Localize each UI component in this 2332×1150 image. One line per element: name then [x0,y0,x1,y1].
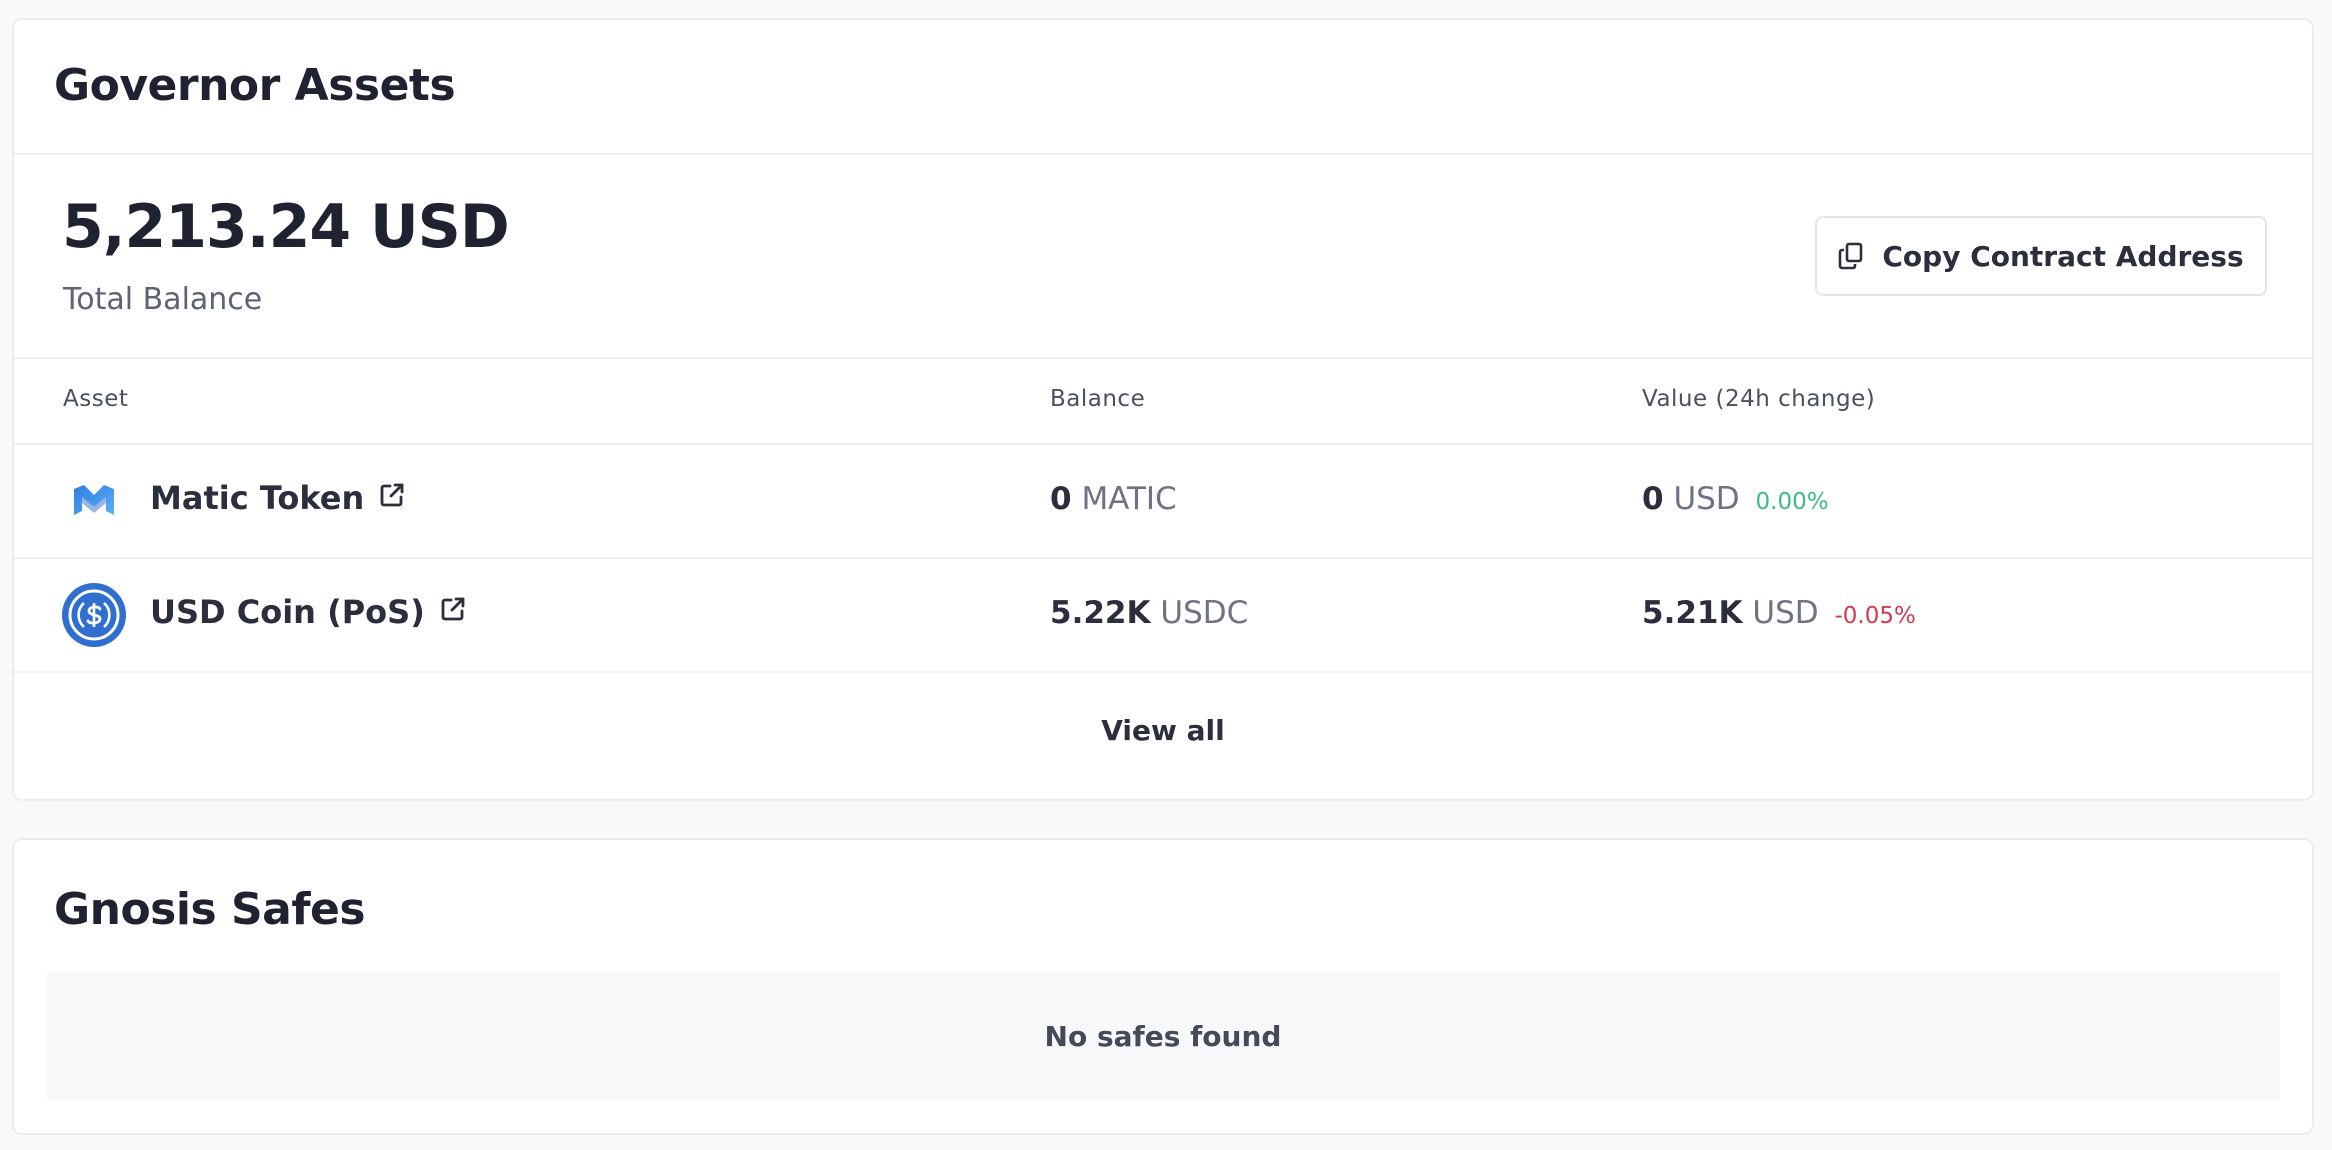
value-amount: 5.21K [1642,595,1743,631]
value-change: 0.00% [1755,489,1829,515]
external-link-icon[interactable] [378,479,406,517]
copy-contract-address-label: Copy Contract Address [1882,239,2244,273]
divider [14,671,2312,673]
asset-value: 0 USD 0.00% [1642,481,1829,517]
usdc-icon [62,583,126,647]
value-change: -0.05% [1834,603,1916,629]
external-link-icon[interactable] [439,593,467,631]
table-row: Matic Token 0 MATIC 0 USD 0.00% [14,445,2312,557]
column-header-value: Value (24h change) [1642,386,1876,412]
value-amount: 0 [1642,481,1664,517]
asset-balance: 5.22K USDC [1050,595,1248,631]
column-header-asset: Asset [63,386,129,412]
table-row: USD Coin (PoS) 5.22K USDC 5.21K USD -0.0… [14,559,2312,671]
copy-icon [1838,242,1864,270]
asset-value: 5.21K USD -0.05% [1642,595,1916,631]
value-unit: USD [1673,481,1740,517]
balance-unit: USDC [1160,595,1249,631]
polygon-matic-icon [62,469,126,533]
empty-state: No safes found [46,972,2280,1100]
asset-balance: 0 MATIC [1050,481,1177,517]
governor-assets-title: Governor Assets [54,60,456,111]
balance-amount: 5.22K [1050,595,1151,631]
column-header-balance: Balance [1050,386,1146,412]
total-balance-amount: 5,213.24 USD [62,192,510,262]
total-balance-label: Total Balance [63,282,263,317]
asset-name-link[interactable]: Matic Token [150,479,406,517]
asset-name: USD Coin (PoS) [150,593,425,631]
asset-name-link[interactable]: USD Coin (PoS) [150,593,467,631]
divider [14,357,2312,359]
value-unit: USD [1752,595,1819,631]
asset-name: Matic Token [150,479,365,517]
divider [14,153,2312,155]
balance-unit: MATIC [1081,481,1177,517]
copy-contract-address-button[interactable]: Copy Contract Address [1815,216,2267,296]
gnosis-safes-title: Gnosis Safes [54,884,366,935]
empty-state-message: No safes found [1044,1019,1282,1053]
balance-amount: 0 [1050,481,1072,517]
view-all-button[interactable]: View all [14,714,2312,747]
gnosis-safes-card: Gnosis Safes No safes found [12,838,2314,1135]
governor-assets-card: Governor Assets 5,213.24 USD Total Balan… [12,18,2314,801]
